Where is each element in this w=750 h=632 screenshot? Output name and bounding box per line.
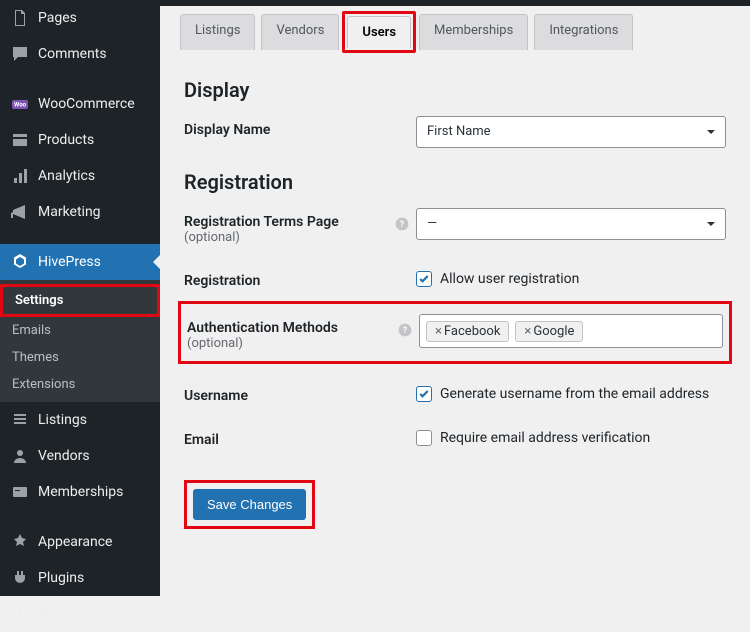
svg-text:?: ? xyxy=(403,326,408,336)
sidebar-item-vendors[interactable]: Vendors xyxy=(0,438,160,474)
label-registration: Registration xyxy=(184,267,394,289)
tab-memberships[interactable]: Memberships xyxy=(419,14,528,50)
products-icon xyxy=(10,130,30,150)
sidebar-item-marketing[interactable]: Marketing xyxy=(0,194,160,230)
help-icon[interactable]: ? xyxy=(394,208,416,236)
sidebar-label: Analytics xyxy=(38,168,95,184)
pages-icon xyxy=(10,8,30,28)
sidebar-item-snippets[interactable]: Snippets xyxy=(0,596,160,632)
admin-bar-sliver xyxy=(160,0,750,6)
sidebar-item-hivepress[interactable]: HivePress xyxy=(0,244,160,280)
label-email: Email xyxy=(184,426,394,448)
main-content: Listings Vendors Users Memberships Integ… xyxy=(160,0,750,596)
subitem-extensions[interactable]: Extensions xyxy=(0,371,160,398)
sidebar-label: Plugins xyxy=(38,570,84,586)
sidebar-item-woocommerce[interactable]: Woo WooCommerce xyxy=(0,86,160,122)
tag-facebook[interactable]: ×Facebook xyxy=(426,321,509,342)
sidebar-item-plugins[interactable]: Plugins xyxy=(0,560,160,596)
settings-tabs: Listings Vendors Users Memberships Integ… xyxy=(160,0,750,50)
section-registration: Registration xyxy=(184,170,726,194)
hivepress-submenu: Settings Emails Themes Extensions xyxy=(0,280,160,402)
section-display: Display xyxy=(184,78,726,102)
subitem-emails[interactable]: Emails xyxy=(0,317,160,344)
sidebar-label: Listings xyxy=(38,412,87,428)
sidebar-label: Appearance xyxy=(38,534,112,550)
help-icon[interactable]: ? xyxy=(397,314,419,342)
remove-icon[interactable]: × xyxy=(524,324,531,339)
sidebar-label: Pages xyxy=(38,10,77,26)
checkbox-allow-registration[interactable]: Allow user registration xyxy=(416,267,726,287)
subitem-themes[interactable]: Themes xyxy=(0,344,160,371)
tag-google[interactable]: ×Google xyxy=(515,321,583,342)
sidebar-label: Vendors xyxy=(38,448,90,464)
sidebar-item-appearance[interactable]: Appearance xyxy=(0,524,160,560)
hivepress-icon xyxy=(10,252,30,272)
checkbox-label: Allow user registration xyxy=(440,271,579,287)
check-icon xyxy=(416,271,432,287)
woo-icon: Woo xyxy=(10,94,30,114)
sidebar-item-listings[interactable]: Listings xyxy=(0,402,160,438)
snippets-icon xyxy=(10,604,30,624)
listings-icon xyxy=(10,410,30,430)
marketing-icon xyxy=(10,202,30,222)
plugins-icon xyxy=(10,568,30,588)
sidebar-item-analytics[interactable]: Analytics xyxy=(0,158,160,194)
label-reg-terms: Registration Terms Page (optional) xyxy=(184,208,394,245)
remove-icon[interactable]: × xyxy=(435,324,442,339)
sidebar-label: HivePress xyxy=(38,254,101,270)
admin-sidebar: Pages Comments Woo WooCommerce Products … xyxy=(0,0,160,596)
sidebar-label: Memberships xyxy=(38,484,123,500)
sidebar-item-pages[interactable]: Pages xyxy=(0,0,160,36)
label-auth-methods: Authentication Methods (optional) xyxy=(187,314,397,351)
sidebar-item-products[interactable]: Products xyxy=(0,122,160,158)
sidebar-label: Snippets xyxy=(38,606,92,622)
checkbox-label: Require email address verification xyxy=(440,430,650,446)
checkbox-require-email[interactable]: Require email address verification xyxy=(416,426,726,446)
select-display-name[interactable]: First Name xyxy=(416,116,726,148)
tab-vendors[interactable]: Vendors xyxy=(261,14,339,50)
svg-text:Woo: Woo xyxy=(14,102,27,109)
comments-icon xyxy=(10,44,30,64)
subitem-settings[interactable]: Settings xyxy=(3,287,157,314)
save-button[interactable]: Save Changes xyxy=(193,489,306,520)
label-username: Username xyxy=(184,382,394,404)
tab-users[interactable]: Users xyxy=(347,16,411,48)
check-icon xyxy=(416,430,432,446)
vendors-icon xyxy=(10,446,30,466)
sidebar-item-memberships[interactable]: Memberships xyxy=(0,474,160,510)
auth-methods-input[interactable]: ×Facebook ×Google xyxy=(419,314,723,348)
analytics-icon xyxy=(10,166,30,186)
sidebar-item-comments[interactable]: Comments xyxy=(0,36,160,72)
svg-text:?: ? xyxy=(400,220,405,230)
sidebar-label: Products xyxy=(38,132,94,148)
checkbox-gen-username[interactable]: Generate username from the email address xyxy=(416,382,726,402)
select-reg-terms[interactable]: — xyxy=(416,208,726,240)
label-display-name: Display Name xyxy=(184,116,394,138)
sidebar-label: Marketing xyxy=(38,204,101,220)
sidebar-label: Comments xyxy=(38,46,107,62)
appearance-icon xyxy=(10,532,30,552)
sidebar-label: WooCommerce xyxy=(38,96,135,112)
tab-listings[interactable]: Listings xyxy=(180,14,255,50)
checkbox-label: Generate username from the email address xyxy=(440,386,709,402)
memberships-icon xyxy=(10,482,30,502)
check-icon xyxy=(416,386,432,402)
tab-integrations[interactable]: Integrations xyxy=(534,14,633,50)
